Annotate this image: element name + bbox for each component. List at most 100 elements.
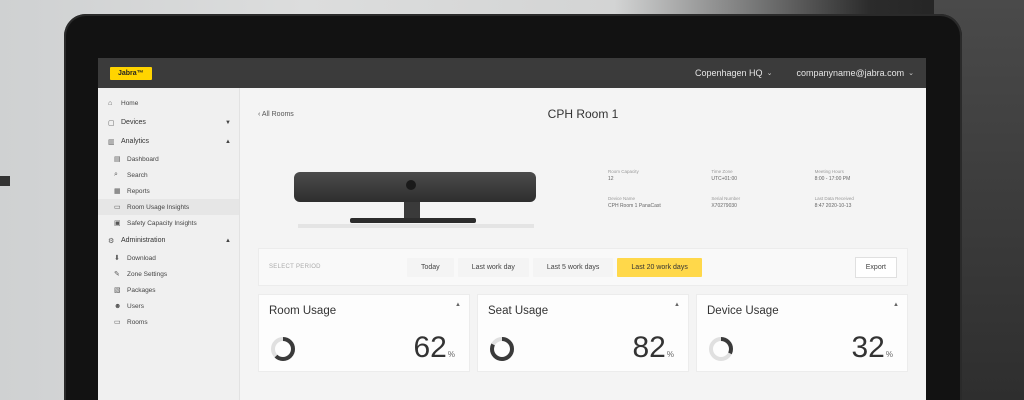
card-value: 62% xyxy=(414,331,456,365)
chevron-up-icon: ▲ xyxy=(225,237,231,244)
sidebar-item-download[interactable]: ⬇ Download xyxy=(98,250,239,266)
sidebar-item-label: Administration xyxy=(121,237,166,244)
export-button[interactable]: Export xyxy=(854,256,897,278)
room-info-label: Room Capacity xyxy=(608,169,639,174)
period-label: SELECT PERIOD xyxy=(269,264,321,270)
device-stand-base xyxy=(350,218,476,223)
card-value-number: 62 xyxy=(413,331,447,364)
period-option-last-5-work-days[interactable]: Last 5 work days xyxy=(532,257,614,277)
sidebar: ⌂ Home ▢ Devices ▼ ▥ Analytics ▲ ▤ Dashboard ⌕ Sear… xyxy=(98,88,240,400)
caret-up-icon[interactable]: ▲ xyxy=(674,302,680,308)
rooms-icon: ▭ xyxy=(114,319,121,326)
location-dropdown[interactable]: Copenhagen HQ ⌄ xyxy=(695,68,772,78)
sidebar-item-administration[interactable]: ⚙ Administration ▲ xyxy=(98,231,239,250)
card-value: 32% xyxy=(852,331,894,365)
room-info-cell: Room Capacity 12 xyxy=(608,168,701,183)
room-info-label: Device Name xyxy=(608,196,636,202)
card-title: Room Usage xyxy=(269,305,337,317)
sidebar-item-label: Safety Capacity Insights xyxy=(127,219,197,227)
room-info-grid: Room Capacity 12 Time Zone UTC+01:00 Meeting… xyxy=(608,168,908,210)
room-info-label: Serial Number xyxy=(711,196,741,202)
usage-card-device-usage[interactable]: Device Usage ▲ 32% xyxy=(696,294,908,372)
caret-up-icon[interactable]: ▲ xyxy=(893,302,899,308)
sidebar-item-reports[interactable]: ▦ Reports xyxy=(98,183,239,199)
sidebar-item-safety-capacity-insights[interactable]: ▣ Safety Capacity Insights xyxy=(98,215,239,231)
sidebar-item-zone-settings[interactable]: ✎ Zone Settings xyxy=(98,266,239,282)
usage-gauge xyxy=(709,337,733,361)
admin-icon: ⚙ xyxy=(108,237,115,245)
room-info-value: 12 xyxy=(608,176,614,183)
account-dropdown[interactable]: companyname@jabra.com ⌄ xyxy=(796,68,914,78)
device-shadow xyxy=(298,224,534,228)
card-value-unit: % xyxy=(885,350,893,359)
analytics-icon: ▥ xyxy=(108,138,115,146)
period-option-last-work-day[interactable]: Last work day xyxy=(457,257,529,277)
card-value: 82% xyxy=(633,331,675,365)
card-value-number: 82 xyxy=(632,331,666,364)
app-screen: Jabra™ Copenhagen HQ ⌄ companyname@jabra… xyxy=(98,58,926,400)
jabra-logo[interactable]: Jabra™ xyxy=(110,66,152,80)
top-bar: Jabra™ Copenhagen HQ ⌄ companyname@jabra… xyxy=(98,58,926,88)
sidebar-item-packages[interactable]: ▧ Packages xyxy=(98,282,239,298)
sidebar-item-label: Analytics xyxy=(121,138,150,145)
period-option-today[interactable]: Today xyxy=(407,257,454,277)
sidebar-item-label: Dashboard xyxy=(127,155,159,163)
usage-gauge xyxy=(271,337,295,361)
device-image xyxy=(294,172,536,202)
room-info-cell: Serial Number X70279030 xyxy=(711,195,804,210)
camera-lens-icon xyxy=(406,180,416,190)
home-icon: ⌂ xyxy=(108,100,113,107)
usage-card-room-usage[interactable]: Room Usage ▲ 62% xyxy=(258,294,470,372)
capacity-icon: ▣ xyxy=(114,220,121,227)
search-icon: ⌕ xyxy=(114,171,118,178)
chevron-down-icon: ⌄ xyxy=(766,70,773,77)
sidebar-item-room-usage-insights[interactable]: ▭ Room Usage Insights xyxy=(98,199,239,215)
usage-gauge xyxy=(490,337,514,361)
usage-cards: Room Usage ▲ 62% Seat Usage ▲ 82% Device Usage… xyxy=(258,294,908,372)
page-header: ‹ All Rooms CPH Room 1 xyxy=(258,88,908,140)
location-label: Copenhagen HQ xyxy=(695,68,763,78)
reports-icon: ▦ xyxy=(114,188,121,195)
sidebar-item-home[interactable]: ⌂ Home xyxy=(98,94,239,113)
sidebar-item-label: Room Usage Insights xyxy=(127,203,190,211)
room-info-value: X70279030 xyxy=(711,203,737,210)
packages-icon: ▧ xyxy=(114,287,121,294)
room-info-value: 8:00 - 17:00 PM xyxy=(814,176,851,183)
sidebar-item-search[interactable]: ⌕ Search xyxy=(98,167,239,183)
room-info-value: 8:47 2020-10-13 xyxy=(814,203,852,210)
sidebar-item-label: Download xyxy=(127,254,156,262)
room-info-cell: Device Name CPH Room 1 PanaCast xyxy=(608,195,701,210)
main-content: ‹ All Rooms CPH Room 1 Room Capacity 12 Ti… xyxy=(240,88,926,400)
card-value-unit: % xyxy=(447,350,455,359)
card-title: Seat Usage xyxy=(488,305,549,317)
sidebar-item-label: Home xyxy=(121,100,139,107)
sidebar-item-label: Search xyxy=(127,171,148,179)
sidebar-item-label: Users xyxy=(127,302,144,310)
room-info-cell: Meeting Hours 8:00 - 17:00 PM xyxy=(815,168,908,183)
room-icon: ▭ xyxy=(114,204,121,211)
sidebar-item-rooms[interactable]: ▭ Rooms xyxy=(98,314,239,330)
card-value-number: 32 xyxy=(851,331,885,364)
users-icon: ☻ xyxy=(114,302,122,310)
sidebar-item-analytics[interactable]: ▥ Analytics ▲ xyxy=(98,132,239,151)
sidebar-item-label: Packages xyxy=(127,286,156,294)
sidebar-item-label: Rooms xyxy=(127,318,148,326)
sidebar-item-label: Devices xyxy=(121,119,146,126)
settings-icon: ✎ xyxy=(114,271,120,278)
period-option-last-20-work-days[interactable]: Last 20 work days xyxy=(617,257,702,277)
room-info-value: CPH Room 1 PanaCast xyxy=(608,203,661,210)
room-info-label: Meeting Hours xyxy=(814,169,844,174)
account-label: companyname@jabra.com xyxy=(796,68,905,78)
page-title: CPH Room 1 xyxy=(547,107,619,121)
devices-icon: ▢ xyxy=(108,119,115,127)
usage-card-seat-usage[interactable]: Seat Usage ▲ 82% xyxy=(477,294,689,372)
sidebar-item-users[interactable]: ☻ Users xyxy=(98,298,239,314)
room-info-cell: Time Zone UTC+01:00 xyxy=(711,168,804,183)
sidebar-item-devices[interactable]: ▢ Devices ▼ xyxy=(98,113,239,132)
caret-up-icon[interactable]: ▲ xyxy=(455,302,461,308)
room-info-label: Time Zone xyxy=(711,169,733,174)
room-info-label: Last Data Received xyxy=(814,196,854,202)
chevron-up-icon: ▲ xyxy=(225,138,231,145)
chevron-down-icon: ▼ xyxy=(225,119,231,126)
sidebar-item-dashboard[interactable]: ▤ Dashboard xyxy=(98,151,239,167)
